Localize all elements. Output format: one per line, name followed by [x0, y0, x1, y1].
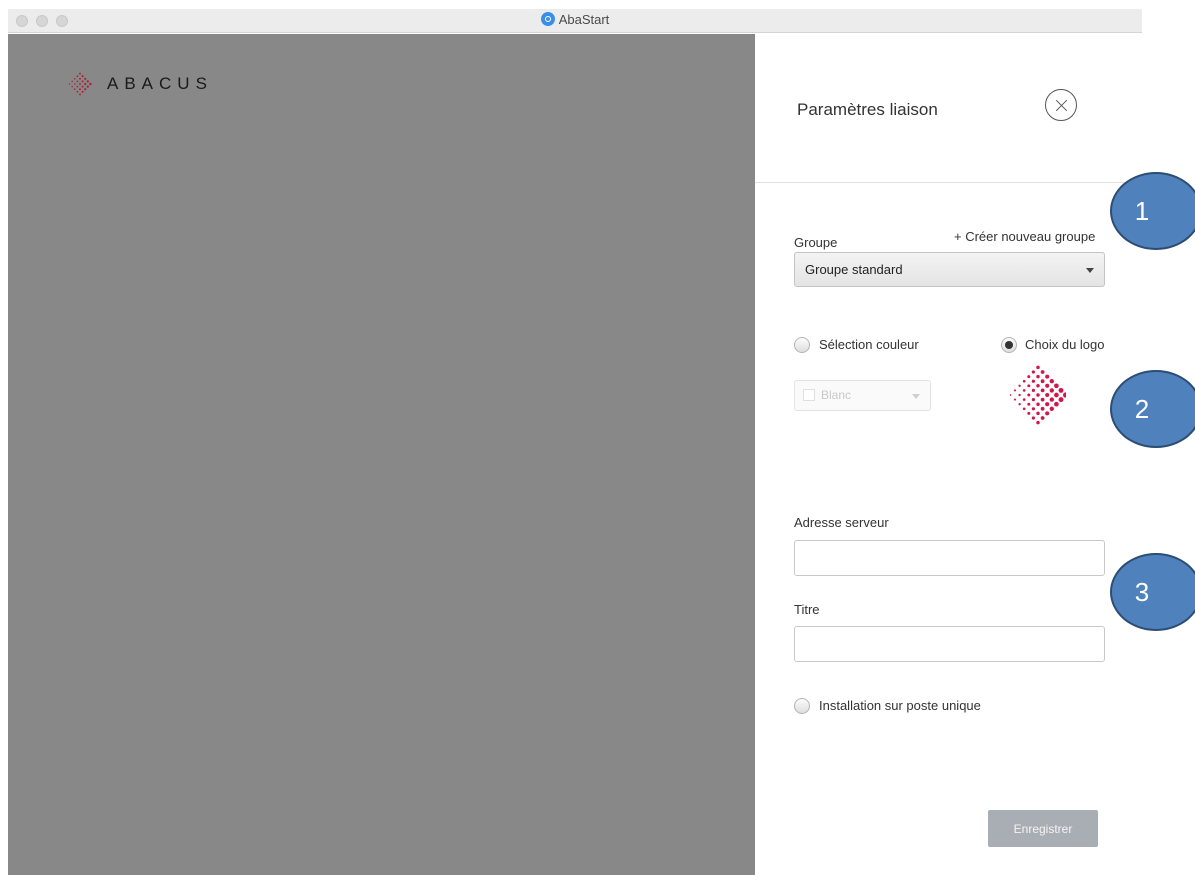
- panel-divider: [755, 182, 1142, 183]
- settings-panel: Paramètres liaison Groupe + Créer nouvea…: [755, 34, 1142, 875]
- abacus-logo-preview-icon[interactable]: [1010, 364, 1066, 426]
- title-bar[interactable]: AbaStart: [8, 9, 1142, 33]
- color-select-value: Blanc: [821, 388, 852, 402]
- color-swatch: [803, 389, 815, 401]
- brand-name: ABACUS: [107, 74, 213, 93]
- panel-title: Paramètres liaison: [797, 100, 938, 119]
- color-selection-radio[interactable]: [794, 337, 810, 353]
- callout-2: 2: [1110, 370, 1195, 448]
- group-label: Groupe: [794, 235, 838, 250]
- chevron-down-icon: [912, 394, 920, 399]
- logo-choice-label: Choix du logo: [1025, 337, 1105, 352]
- callout-1: 1: [1110, 172, 1195, 250]
- close-icon[interactable]: [1045, 89, 1077, 121]
- group-select-value: Groupe standard: [805, 262, 903, 277]
- create-group-link[interactable]: + Créer nouveau groupe: [954, 229, 1095, 244]
- save-button[interactable]: Enregistrer: [988, 810, 1098, 847]
- title-label: Titre: [794, 602, 820, 617]
- color-select: Blanc: [794, 380, 931, 411]
- logo-choice-radio[interactable]: [1001, 337, 1017, 353]
- single-install-radio[interactable]: [794, 698, 810, 714]
- callout-3: 3: [1110, 553, 1195, 631]
- window-title-wrap: AbaStart: [8, 12, 1142, 27]
- brand-logo: ABACUS: [65, 69, 213, 99]
- group-select[interactable]: Groupe standard: [794, 252, 1105, 287]
- window-title: AbaStart: [558, 12, 610, 27]
- server-address-input[interactable]: [794, 540, 1105, 576]
- app-window: AbaStart ABACUS Paramètres liaison Group…: [8, 9, 1142, 875]
- server-address-label: Adresse serveur: [794, 515, 889, 530]
- left-pane: ABACUS: [8, 34, 755, 875]
- title-input[interactable]: [794, 626, 1105, 662]
- chevron-down-icon: [1086, 268, 1094, 273]
- abacus-diamond-icon: [68, 72, 92, 96]
- abastart-app-icon: [540, 12, 555, 26]
- single-install-label: Installation sur poste unique: [819, 698, 981, 713]
- color-selection-label: Sélection couleur: [819, 337, 919, 352]
